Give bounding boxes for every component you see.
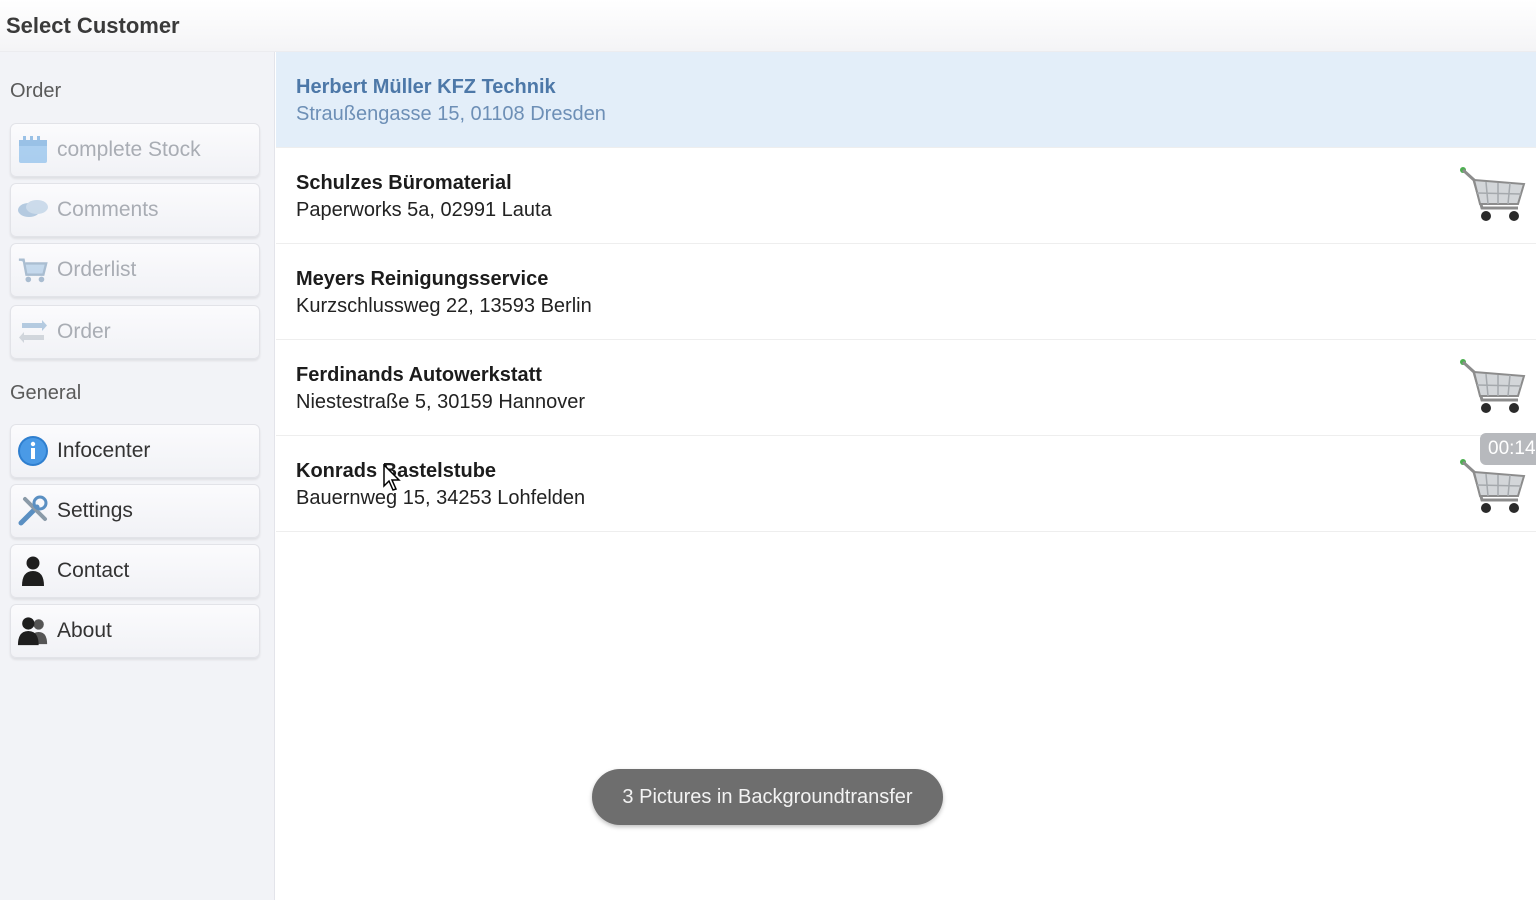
- title-bar: Select Customer: [0, 0, 1536, 52]
- sidebar-item-orderlist[interactable]: Orderlist: [10, 243, 260, 297]
- sidebar-item-label: Order: [57, 320, 111, 343]
- cart-icon[interactable]: [1458, 166, 1526, 224]
- page-title: Select Customer: [6, 13, 180, 38]
- people-icon: [17, 615, 49, 647]
- customer-address: Bauernweg 15, 34253 Lohfelden: [296, 487, 586, 509]
- customer-address: Kurzschlussweg 22, 13593 Berlin: [296, 295, 592, 317]
- sidebar-item-order[interactable]: Order: [10, 305, 260, 359]
- tools-icon: [17, 495, 49, 527]
- sidebar: Order complete Stock Comments Orderlist …: [0, 52, 275, 900]
- stock-icon: [17, 134, 49, 166]
- sidebar-item-label: Infocenter: [57, 439, 151, 462]
- customer-name: Schulzes Büromaterial: [296, 172, 512, 194]
- person-icon: [17, 555, 49, 587]
- sidebar-item-label: complete Stock: [57, 138, 201, 161]
- customer-name: Herbert Müller KFZ Technik: [296, 76, 556, 98]
- customer-address: Paperworks 5a, 02991 Lauta: [296, 199, 552, 221]
- sidebar-item-complete-stock[interactable]: complete Stock: [10, 123, 260, 177]
- sidebar-item-label: Contact: [57, 559, 130, 582]
- cart-icon[interactable]: [1458, 458, 1526, 516]
- customer-address: Niestestraße 5, 30159 Hannover: [296, 391, 586, 413]
- customer-address: Straußengasse 15, 01108 Dresden: [296, 103, 606, 125]
- customer-row[interactable]: Konrads Bastelstube Bauernweg 15, 34253 …: [276, 436, 1536, 532]
- section-label-order: Order: [10, 80, 62, 102]
- cart-icon: [17, 254, 49, 286]
- customer-row[interactable]: Meyers Reinigungsservice Kurzschlussweg …: [276, 244, 1536, 340]
- cart-icon[interactable]: [1458, 358, 1526, 416]
- sidebar-item-comments[interactable]: Comments: [10, 183, 260, 237]
- customer-row[interactable]: Schulzes Büromaterial Paperworks 5a, 029…: [276, 148, 1536, 244]
- customer-name: Ferdinands Autowerkstatt: [296, 364, 542, 386]
- customer-row[interactable]: Herbert Müller KFZ Technik Straußengasse…: [276, 52, 1536, 148]
- sidebar-item-about[interactable]: About: [10, 604, 260, 658]
- mouse-cursor-icon: [383, 464, 401, 491]
- sidebar-item-label: Comments: [57, 198, 159, 221]
- info-icon: [17, 435, 49, 467]
- sidebar-item-label: About: [57, 619, 112, 642]
- toast-notification: 3 Pictures in Backgroundtransfer: [592, 769, 943, 825]
- section-label-general: General: [10, 382, 82, 404]
- sidebar-item-contact[interactable]: Contact: [10, 544, 260, 598]
- sidebar-item-infocenter[interactable]: Infocenter: [10, 424, 260, 478]
- customer-name: Meyers Reinigungsservice: [296, 268, 549, 290]
- customer-row[interactable]: Ferdinands Autowerkstatt Niestestraße 5,…: [276, 340, 1536, 436]
- sidebar-item-label: Settings: [57, 499, 133, 522]
- sidebar-item-settings[interactable]: Settings: [10, 484, 260, 538]
- sidebar-item-label: Orderlist: [57, 258, 137, 281]
- comments-icon: [17, 194, 49, 226]
- timer-badge: 00:14: [1480, 433, 1536, 465]
- transfer-icon: [17, 316, 49, 348]
